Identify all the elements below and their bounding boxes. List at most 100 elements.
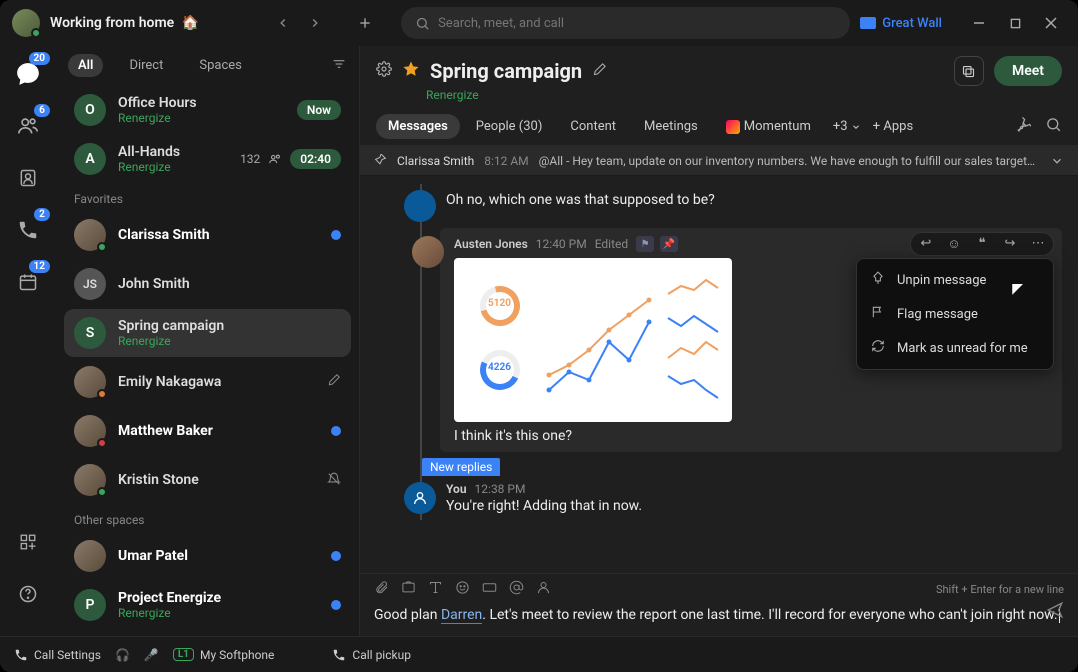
apps-icon: [19, 533, 37, 551]
message[interactable]: You12:38 PM You're right! Adding that in…: [440, 476, 1062, 520]
audio-device-icon[interactable]: 🎧: [115, 648, 130, 662]
space-item-john[interactable]: JS John Smith: [64, 260, 351, 308]
space-item-clarissa[interactable]: Clarissa Smith: [64, 211, 351, 259]
space-item-umar[interactable]: Umar Patel: [64, 532, 351, 580]
mic-device-icon[interactable]: 🎤: [144, 648, 159, 662]
menu-mark-unread[interactable]: Mark as unread for me: [857, 331, 1053, 365]
react-more-button[interactable]: ⋯: [1029, 236, 1047, 252]
filter-icon: [331, 56, 347, 72]
avatar: [74, 415, 106, 447]
gif-button[interactable]: [482, 580, 497, 599]
brand-icon: [860, 17, 876, 29]
menu-unpin[interactable]: Unpin message: [857, 263, 1053, 297]
gif-icon: [482, 580, 497, 595]
rail-help[interactable]: [10, 576, 46, 612]
message[interactable]: Oh no, which one was that supposed to be…: [440, 184, 1062, 228]
composer-hint: Shift + Enter for a new line: [936, 583, 1064, 596]
message-context-menu: Unpin message Flag message Mark as unrea…: [856, 258, 1054, 370]
tab-messages[interactable]: Messages: [376, 114, 460, 139]
paperclip-icon: [374, 580, 389, 595]
nav-back-button[interactable]: [269, 9, 297, 37]
rail-contacts[interactable]: [10, 160, 46, 196]
window-minimize-button[interactable]: [964, 8, 994, 38]
search-box[interactable]: [401, 7, 850, 39]
message-highlighted[interactable]: ↩ ☺ ❝ ↪ ⋯ Unpin message Flag message Mar…: [440, 228, 1062, 452]
muted-icon: [327, 471, 341, 490]
space-settings-button[interactable]: [376, 61, 392, 81]
tab-people[interactable]: People (30): [464, 114, 555, 139]
add-apps-button[interactable]: + Apps: [873, 119, 913, 134]
react-forward-button[interactable]: ↪: [1001, 236, 1019, 252]
popout-button[interactable]: [954, 56, 984, 86]
brand-link[interactable]: Great Wall: [860, 16, 942, 31]
contact-icon: [18, 168, 38, 188]
rail-teams-badge: 6: [34, 104, 50, 117]
edit-title-button[interactable]: [592, 62, 607, 81]
rail-teams[interactable]: 6: [10, 108, 46, 144]
pin-icon: [871, 271, 887, 289]
avatar: [74, 219, 106, 251]
rail-calendar[interactable]: 12: [10, 264, 46, 300]
sidebar-tab-all[interactable]: All: [68, 54, 103, 77]
menu-flag[interactable]: Flag message: [857, 297, 1053, 331]
space-item-all-hands[interactable]: A All-HandsRenergize 13202:40: [64, 135, 351, 183]
avatar: [412, 236, 444, 268]
rail-messaging[interactable]: 20: [10, 56, 46, 92]
meet-button[interactable]: Meet: [994, 56, 1062, 86]
tab-momentum[interactable]: Momentum: [714, 114, 823, 139]
self-avatar[interactable]: [12, 9, 40, 37]
rail-calendar-badge: 12: [29, 260, 50, 273]
emoji-icon: [455, 580, 470, 595]
chevron-down-icon[interactable]: [1050, 154, 1064, 168]
avatar: O: [74, 94, 106, 126]
format-button[interactable]: [428, 580, 443, 599]
now-pill: Now: [297, 100, 341, 120]
space-item-matthew[interactable]: Matthew Baker: [64, 407, 351, 455]
react-quote-button[interactable]: ❝: [973, 236, 991, 252]
sidebar-tab-spaces[interactable]: Spaces: [189, 54, 252, 77]
emoji-button[interactable]: [455, 580, 470, 599]
space-item-spring-campaign[interactable]: S Spring campaignRenergize: [64, 309, 351, 357]
tab-meetings[interactable]: Meetings: [632, 114, 710, 139]
react-reply-button[interactable]: ↩: [917, 236, 935, 252]
window-close-button[interactable]: [1036, 8, 1066, 38]
search-in-space-button[interactable]: [1045, 116, 1062, 137]
tabs-overflow[interactable]: +3: [833, 119, 861, 134]
unread-indicator: [331, 230, 341, 240]
send-button[interactable]: [1046, 601, 1064, 626]
person-icon: [536, 580, 551, 595]
softphone-button[interactable]: L1My Softphone: [173, 648, 275, 662]
sidebar-tab-direct[interactable]: Direct: [119, 54, 173, 77]
new-button[interactable]: [351, 9, 379, 37]
pinned-banner[interactable]: Clarissa Smith 8:12 AM @All - Hey team, …: [360, 146, 1078, 176]
rail-calling[interactable]: 2: [10, 212, 46, 248]
space-item-project-energize[interactable]: P Project EnergizeRenergize: [64, 581, 351, 629]
react-emoji-button[interactable]: ☺: [945, 236, 963, 252]
call-settings-button[interactable]: Call Settings: [14, 648, 101, 662]
rail-apps[interactable]: [10, 524, 46, 560]
space-item-office-hours[interactable]: O Office HoursRenergize Now: [64, 86, 351, 134]
space-item-emily[interactable]: Emily Nakagawa: [64, 358, 351, 406]
nav-forward-button[interactable]: [301, 9, 329, 37]
favorite-star-icon[interactable]: [402, 60, 420, 82]
avatar: [74, 540, 106, 572]
pin-list-button[interactable]: [1014, 116, 1031, 137]
presence-status[interactable]: Working from home 🏠: [50, 15, 199, 31]
at-icon: [509, 580, 524, 595]
search-icon: [415, 16, 430, 31]
search-input[interactable]: [438, 16, 836, 31]
phone-icon: [14, 648, 28, 662]
call-pickup-button[interactable]: Call pickup: [332, 648, 411, 662]
composer-input[interactable]: Good plan Darren. Let's meet to review t…: [374, 605, 1064, 626]
chart-attachment[interactable]: 5120 4226: [454, 258, 732, 422]
attach-button[interactable]: [374, 580, 389, 599]
space-item-kristin[interactable]: Kristin Stone: [64, 456, 351, 504]
window-maximize-button[interactable]: [1000, 8, 1030, 38]
screenshot-button[interactable]: [401, 580, 416, 599]
other-spaces-label: Other spaces: [60, 505, 355, 531]
mention-token[interactable]: Darren: [441, 607, 482, 624]
tab-content[interactable]: Content: [558, 114, 628, 139]
filter-button[interactable]: [331, 56, 347, 76]
mention-button[interactable]: [509, 580, 524, 599]
bitmoji-button[interactable]: [536, 580, 551, 599]
